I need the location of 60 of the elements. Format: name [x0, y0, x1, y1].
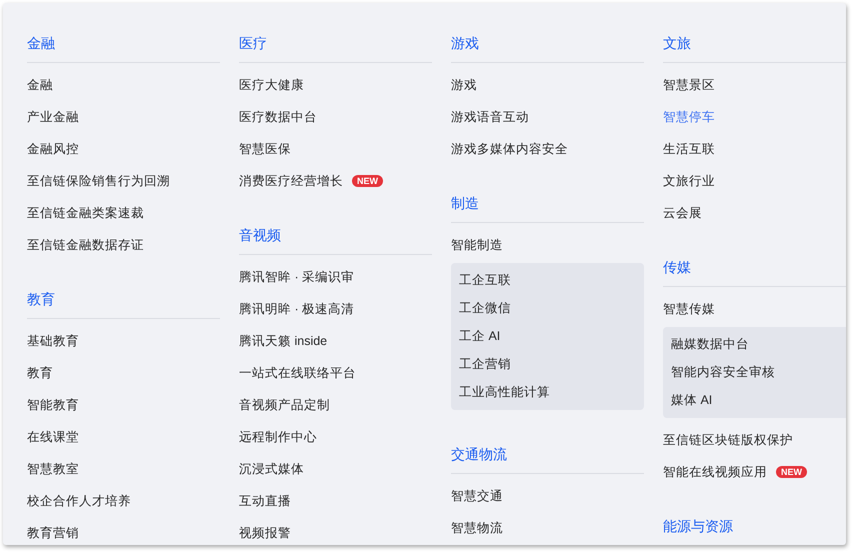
submenu-item[interactable]: 工企营销 — [459, 356, 511, 372]
menu-item[interactable]: 至信链金融数据存证 — [27, 236, 144, 254]
section-heading: 制造 — [451, 194, 479, 213]
menu-item[interactable]: 产业金融 — [27, 108, 79, 126]
menu-item[interactable]: 腾讯智眸 · 采编识审 — [239, 268, 354, 286]
menu-item[interactable]: 远程制作中心 — [239, 428, 317, 446]
menu-item[interactable]: 校企合作人才培养 — [27, 492, 131, 510]
menu-item[interactable]: 至信链金融类案速裁 — [27, 204, 144, 222]
menu-item[interactable]: 音视频产品定制 — [239, 396, 330, 414]
submenu-item[interactable]: 工业高性能计算 — [459, 384, 550, 400]
menu-item[interactable]: 生活互联 — [663, 140, 715, 158]
menu-item[interactable]: 消费医疗经营增长 — [239, 172, 343, 190]
menu-item[interactable]: 智慧传媒 — [663, 300, 715, 318]
section-heading: 医疗 — [239, 34, 267, 53]
menu-item[interactable]: 游戏多媒体内容安全 — [451, 140, 568, 158]
submenu-item[interactable]: 智能内容安全审核 — [671, 364, 775, 380]
new-badge: NEW — [776, 466, 807, 478]
section-heading: 教育 — [27, 290, 55, 309]
section-heading: 交通物流 — [451, 445, 507, 464]
menu-item[interactable]: 游戏 — [451, 76, 477, 94]
section-heading: 金融 — [27, 34, 55, 53]
menu-item[interactable]: 智能制造 — [451, 236, 503, 254]
menu-item[interactable]: 至信链保险销售行为回溯 — [27, 172, 170, 190]
menu-item[interactable]: 智慧景区 — [663, 76, 715, 94]
submenu-item[interactable]: 工企互联 — [459, 272, 511, 288]
menu-item[interactable]: 基础教育 — [27, 332, 79, 350]
menu-item[interactable]: 金融 — [27, 76, 53, 94]
menu-item[interactable]: 视频报警 — [239, 524, 291, 542]
menu-item[interactable]: 智慧医保 — [239, 140, 291, 158]
menu-item[interactable]: 金融风控 — [27, 140, 79, 158]
menu-item[interactable]: 智慧停车 — [663, 108, 715, 126]
section-heading: 音视频 — [239, 226, 281, 245]
menu-item[interactable]: 腾讯明眸 · 极速高清 — [239, 300, 354, 318]
menu-item[interactable]: 文旅行业 — [663, 172, 715, 190]
menu-item[interactable]: 沉浸式媒体 — [239, 460, 304, 478]
submenu-item[interactable]: 融媒数据中台 — [671, 336, 749, 352]
menu-item[interactable]: 医疗数据中台 — [239, 108, 317, 126]
menu-item[interactable]: 互动直播 — [239, 492, 291, 510]
menu-item[interactable]: 一站式在线联络平台 — [239, 364, 356, 382]
menu-item[interactable]: 在线课堂 — [27, 428, 79, 446]
menu-item[interactable]: 智慧交通 — [451, 488, 503, 504]
section-heading: 传媒 — [663, 258, 691, 277]
menu-item[interactable]: 教育营销 — [27, 524, 79, 542]
new-badge: NEW — [352, 175, 383, 187]
menu-item[interactable]: 智能教育 — [27, 396, 79, 414]
menu-item[interactable]: 医疗大健康 — [239, 76, 304, 94]
menu-item[interactable]: 智能在线视频应用 — [663, 464, 767, 480]
menu-item[interactable]: 智慧物流 — [451, 520, 503, 536]
section-heading: 游戏 — [451, 34, 479, 53]
section-heading: 文旅 — [663, 34, 691, 53]
submenu-item[interactable]: 媒体 AI — [671, 392, 712, 408]
submenu-item[interactable]: 工企 AI — [459, 328, 500, 344]
menu-item[interactable]: 游戏语音互动 — [451, 108, 529, 126]
menu-item[interactable]: 至信链区块链版权保护 — [663, 432, 793, 448]
menu-item[interactable]: 云会展 — [663, 204, 702, 222]
menu-item[interactable]: 智慧教室 — [27, 460, 79, 478]
menu-item[interactable]: 教育 — [27, 364, 53, 382]
section-heading: 能源与资源 — [663, 517, 733, 536]
menu-item[interactable]: 腾讯天籁 inside — [239, 332, 328, 350]
submenu-item[interactable]: 工企微信 — [459, 300, 511, 316]
